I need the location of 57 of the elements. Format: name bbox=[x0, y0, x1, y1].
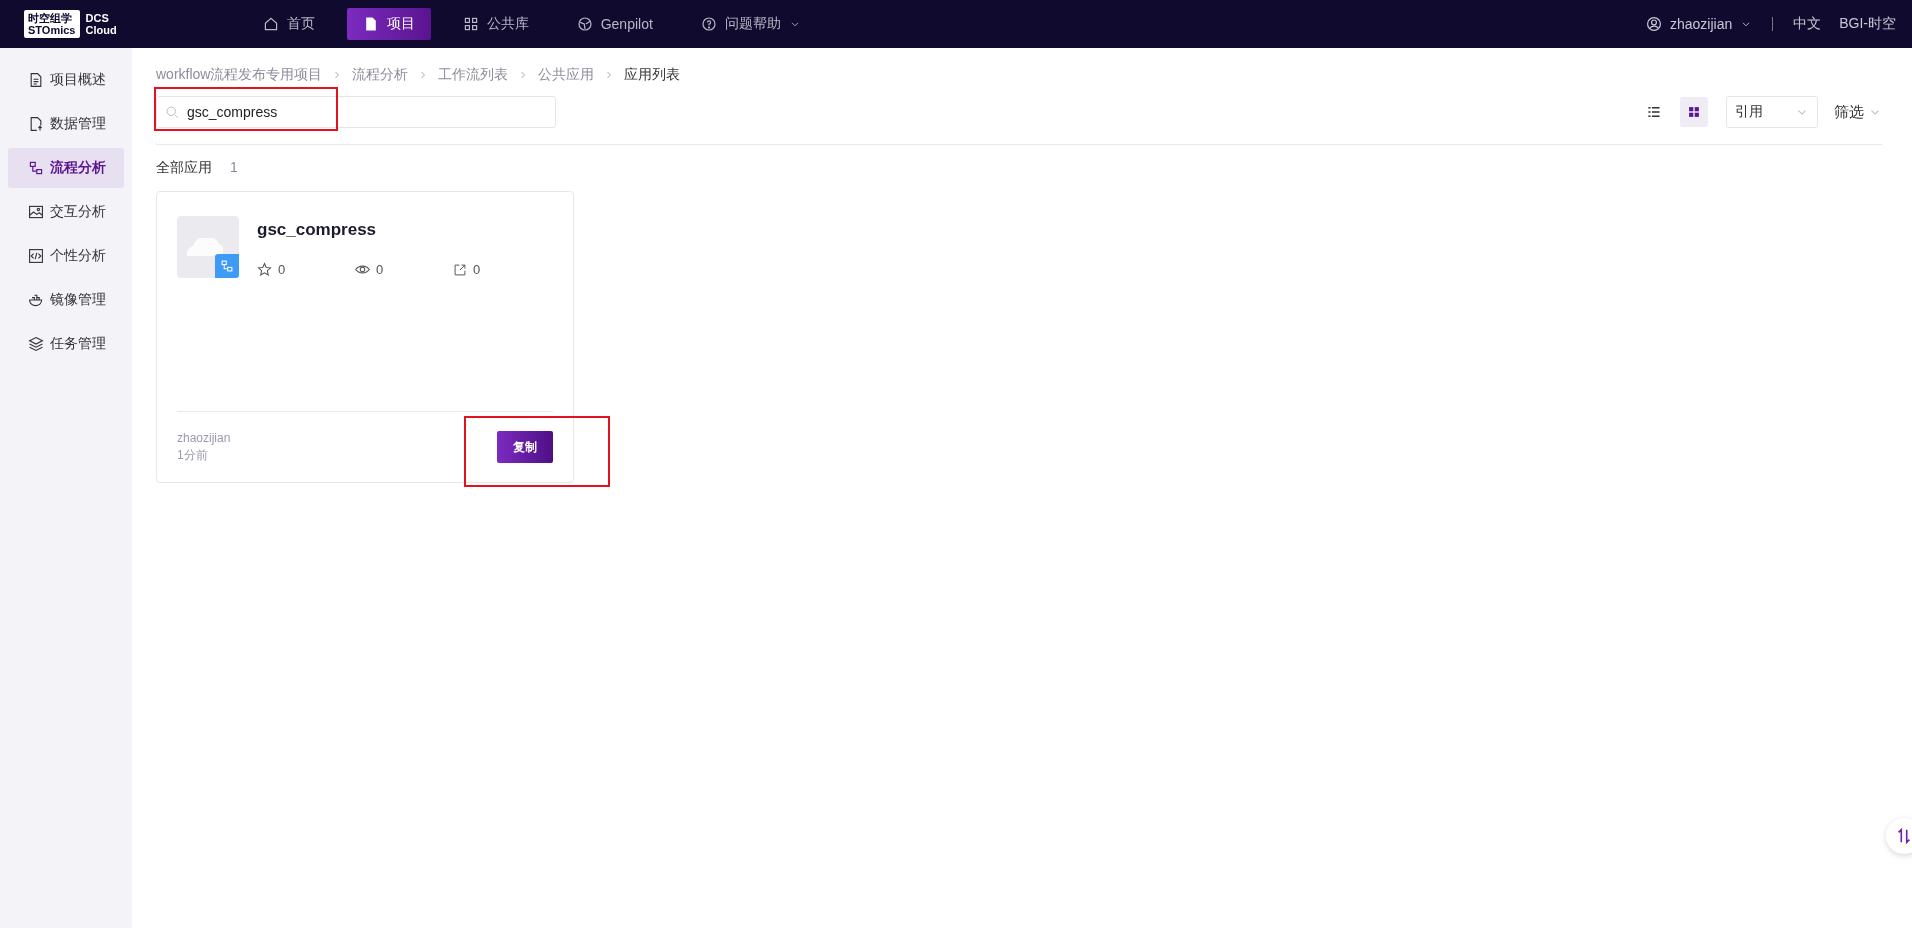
share-icon bbox=[453, 262, 467, 277]
nav-tab[interactable]: 项目 bbox=[346, 8, 431, 40]
grid-view-toggle[interactable] bbox=[1680, 97, 1708, 127]
app-card[interactable]: gsc_compress 0 0 0 zhaozijian 1分前 复制 bbox=[156, 191, 574, 483]
share-count: 0 bbox=[473, 262, 481, 277]
search-icon bbox=[165, 105, 179, 119]
sidebar-item[interactable]: 镜像管理 bbox=[8, 280, 124, 320]
app-count: 1 bbox=[230, 159, 238, 177]
image-icon bbox=[28, 204, 44, 220]
cloud-icon bbox=[187, 238, 223, 256]
grid-view-icon bbox=[1687, 105, 1701, 119]
flowchart-icon bbox=[220, 259, 234, 273]
sidebar-item[interactable]: 数据管理 bbox=[8, 104, 124, 144]
updated-time: 1分前 bbox=[177, 446, 209, 464]
sidebar-item[interactable]: 流程分析 bbox=[8, 148, 124, 188]
filter-dropdown[interactable]: 筛选 bbox=[1834, 102, 1882, 122]
author-name: zhaozijian bbox=[177, 430, 231, 445]
layers-icon bbox=[28, 336, 44, 352]
breadcrumb-link[interactable]: 流程分析 bbox=[352, 66, 409, 84]
category-label: 全部应用 bbox=[156, 159, 212, 177]
product-name: DCS Cloud bbox=[85, 12, 117, 36]
document-icon bbox=[28, 72, 44, 88]
app-name[interactable]: gsc_compress bbox=[257, 220, 551, 240]
logo-badge: 时空组学 STOmics bbox=[24, 10, 80, 38]
nav-tab[interactable]: 问题帮助 bbox=[684, 8, 817, 40]
view-count: 0 bbox=[376, 262, 384, 277]
breadcrumb-link[interactable]: 应用列表 bbox=[624, 66, 681, 84]
sidebar-item[interactable]: 交互分析 bbox=[8, 192, 124, 232]
grid-icon bbox=[462, 16, 479, 32]
breadcrumb-link[interactable]: 公共应用 bbox=[538, 66, 595, 84]
flowchart-icon bbox=[28, 160, 44, 176]
file-upload-icon bbox=[28, 116, 44, 132]
sidebar-item[interactable]: 个性分析 bbox=[8, 236, 124, 276]
breadcrumb-link[interactable]: 工作流列表 bbox=[438, 66, 509, 84]
organization-name[interactable]: BGI-时空 bbox=[1839, 15, 1896, 33]
search-field[interactable]: gsc_compress bbox=[156, 96, 556, 128]
sidebar-item[interactable]: 项目概述 bbox=[8, 60, 124, 100]
star-icon bbox=[257, 262, 272, 277]
star-count: 0 bbox=[278, 262, 286, 277]
user-icon bbox=[1645, 16, 1662, 32]
home-icon bbox=[262, 16, 279, 32]
code-icon bbox=[28, 248, 44, 264]
language-link[interactable]: 中文 bbox=[1793, 15, 1822, 33]
help-icon bbox=[700, 16, 717, 32]
sidebar-item[interactable]: 任务管理 bbox=[8, 324, 124, 364]
nav-tab[interactable]: 首页 bbox=[246, 8, 331, 40]
breadcrumb-link[interactable]: workflow流程发布专用项目 bbox=[156, 66, 323, 84]
nav-tab[interactable]: 公共库 bbox=[446, 8, 545, 40]
globe-icon bbox=[576, 16, 593, 32]
user-menu[interactable]: zhaozijian bbox=[1645, 16, 1753, 32]
list-view-icon bbox=[1647, 105, 1661, 119]
copy-button[interactable]: 复制 bbox=[497, 431, 553, 463]
scroll-button[interactable] bbox=[1886, 818, 1912, 854]
nav-tab[interactable]: Genpilot bbox=[560, 8, 669, 40]
sort-arrows-icon bbox=[1895, 827, 1912, 845]
eye-icon bbox=[355, 262, 370, 277]
sort-select[interactable]: 引用 bbox=[1726, 96, 1818, 128]
